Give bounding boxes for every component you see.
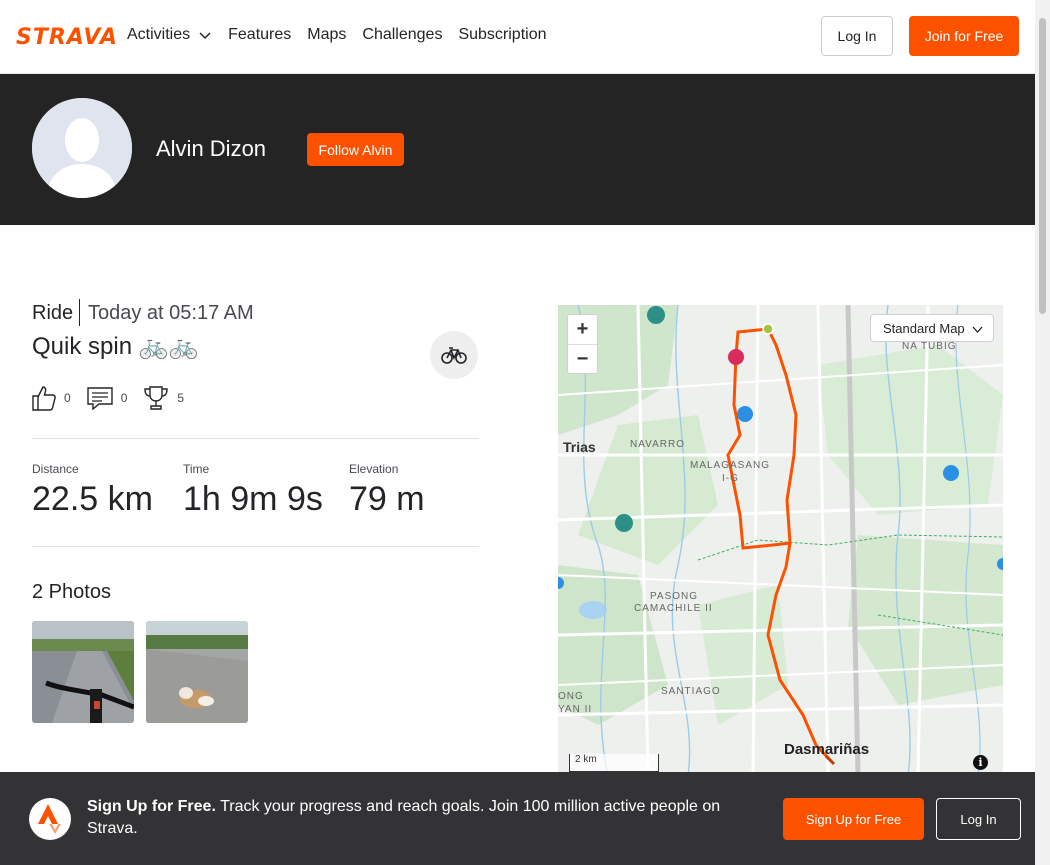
chevron-down-icon	[972, 326, 983, 333]
map-label: YAN II	[558, 704, 593, 715]
activity-map[interactable]	[558, 305, 1003, 775]
nav-links: Activities Features Maps Challenges Subs…	[127, 26, 547, 44]
map-label: NA TUBIG	[902, 341, 957, 352]
map-label: PASONG	[650, 591, 699, 602]
signup-button[interactable]: Sign Up for Free	[783, 798, 924, 840]
activity-title: Quik spin 🚲🚲	[32, 333, 199, 360]
scrollbar-thumb[interactable]	[1039, 18, 1046, 314]
nav-item-challenges[interactable]: Challenges	[362, 26, 442, 44]
photo-thumbnail[interactable]	[146, 621, 248, 723]
comments-button[interactable]: 0	[86, 386, 128, 410]
map-scale: 2 km	[569, 754, 659, 772]
achievements-button[interactable]: 5	[143, 385, 184, 411]
divider	[32, 438, 479, 439]
nav-item-features[interactable]: Features	[228, 26, 291, 44]
stat-label: Time	[183, 462, 210, 476]
map-canvas	[558, 305, 1003, 775]
avatar-silhouette-icon	[32, 98, 132, 198]
photo-thumbnail[interactable]	[32, 621, 134, 723]
banner-login-button[interactable]: Log In	[936, 798, 1021, 840]
divider	[79, 299, 80, 326]
map-style-label: Standard Map	[883, 320, 965, 336]
banner-message: Sign Up for Free. Track your progress an…	[87, 796, 767, 840]
trophy-icon	[144, 386, 169, 410]
map-label: MALAGASANG	[690, 460, 771, 471]
stat-elevation: Elevation 79 m	[349, 462, 425, 519]
photo-image	[32, 621, 134, 723]
follow-button[interactable]: Follow Alvin	[307, 133, 404, 166]
comment-icon	[86, 387, 113, 410]
map-label: Trias	[563, 439, 596, 455]
avatar[interactable]	[32, 98, 132, 198]
banner-headline: Sign Up for Free.	[87, 798, 216, 815]
nav-item-subscription[interactable]: Subscription	[458, 26, 546, 44]
zoom-in-button[interactable]: +	[568, 315, 597, 344]
map-label: CAMACHILE II	[634, 603, 713, 614]
kudos-button[interactable]: 0	[32, 385, 71, 411]
divider	[32, 546, 479, 547]
bike-icon	[441, 347, 467, 364]
thumbs-up-icon	[32, 386, 56, 411]
activity-type: Ride	[32, 302, 74, 324]
strava-app-logo	[29, 798, 71, 840]
map-style-select[interactable]: Standard Map	[870, 314, 994, 342]
join-button[interactable]: Join for Free	[909, 16, 1019, 56]
social-stats: 0 0 5	[32, 384, 200, 412]
stat-value: 1h 9m 9s	[183, 480, 323, 518]
nav-item-activities[interactable]: Activities	[127, 26, 212, 44]
athlete-name[interactable]: Alvin Dizon	[156, 136, 266, 162]
strava-logo[interactable]: STRAVA	[16, 25, 118, 50]
achievements-count: 5	[177, 391, 185, 405]
stat-distance: Distance 22.5 km	[32, 462, 153, 519]
kudos-count: 0	[64, 391, 71, 405]
nav-item-label: Activities	[127, 26, 191, 43]
map-label: NAVARRO	[630, 439, 685, 450]
nav-item-maps[interactable]: Maps	[307, 26, 346, 44]
login-button[interactable]: Log In	[821, 16, 893, 56]
stat-time: Time 1h 9m 9s	[183, 462, 323, 519]
zoom-controls: + −	[567, 314, 598, 374]
chevron-down-icon	[199, 32, 211, 40]
map-label: ONG	[558, 691, 584, 702]
stat-label: Distance	[32, 462, 79, 476]
ride-badge	[430, 331, 478, 379]
comments-count: 0	[120, 391, 128, 405]
photo-image	[146, 621, 248, 723]
map-label: SANTIAGO	[661, 686, 721, 697]
stat-value: 22.5 km	[32, 480, 153, 518]
zoom-out-button[interactable]: −	[568, 345, 597, 374]
map-label: I-G	[722, 473, 739, 484]
stat-value: 79 m	[349, 480, 425, 518]
photos-title: 2 Photos	[32, 581, 111, 603]
info-icon[interactable]: i	[973, 755, 988, 770]
map-label: Dasmariñas	[784, 741, 870, 758]
activity-date: Today at 05:17 AM	[88, 302, 254, 324]
strava-arrow-icon	[38, 804, 61, 834]
stat-label: Elevation	[349, 462, 399, 476]
